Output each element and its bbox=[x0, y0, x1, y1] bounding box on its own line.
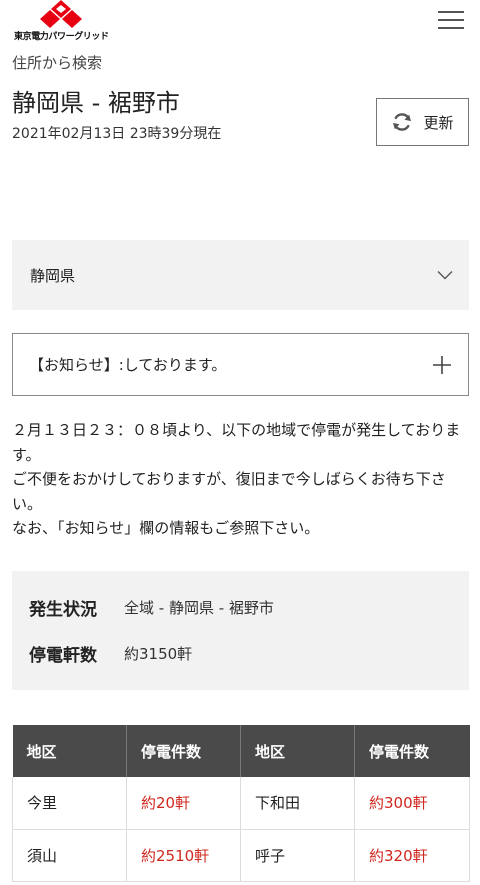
table-row: 須山 約2510軒 呼子 約320軒 bbox=[12, 829, 470, 882]
site-logo[interactable]: 東京電力パワーグリッド bbox=[14, 0, 114, 42]
prefecture-select[interactable]: 静岡県 bbox=[12, 240, 469, 310]
notice-text: 【お知らせ】:しております。 bbox=[29, 356, 227, 374]
outage-table: 地区 停電件数 地区 停電件数 今里 約20軒 下和田 約300軒 須山 約25… bbox=[12, 725, 470, 882]
area-cell: 今里 bbox=[12, 777, 127, 830]
notice-accordion[interactable]: 【お知らせ】:しております。 bbox=[12, 333, 469, 396]
column-header-count: 停電件数 bbox=[354, 725, 470, 777]
prefecture-select-value: 静岡県 bbox=[30, 266, 76, 285]
page-title: 静岡県 - 裾野市 bbox=[12, 89, 180, 117]
count-label: 停電軒数 bbox=[29, 646, 97, 666]
occurrence-label: 発生状況 bbox=[29, 600, 97, 620]
message-line: なお、「お知らせ」欄の情報もご参照下さい。 bbox=[12, 519, 320, 537]
message-line: ご不便をおかけしておりますが、復旧まで今しばらくお待ち下さい。 bbox=[12, 470, 446, 513]
count-cell: 約20軒 bbox=[126, 777, 241, 830]
outage-message: ２月１３日２３：０８頃より、以下の地域で停電が発生しております。 ご不便をおかけ… bbox=[12, 418, 470, 541]
hamburger-menu-icon[interactable] bbox=[438, 11, 464, 29]
plus-icon bbox=[433, 355, 451, 374]
message-line: ２月１３日２３：０８頃より、以下の地域で停電が発生しております。 bbox=[12, 421, 461, 464]
count-cell: 約300軒 bbox=[354, 777, 470, 830]
count-cell: 約2510軒 bbox=[126, 829, 241, 882]
column-header-count: 停電件数 bbox=[126, 725, 241, 777]
area-cell: 呼子 bbox=[240, 829, 355, 882]
count-value: 約3150軒 bbox=[124, 645, 193, 663]
column-header-area: 地区 bbox=[240, 725, 355, 777]
refresh-button[interactable]: 更新 bbox=[376, 98, 469, 146]
table-row: 今里 約20軒 下和田 約300軒 bbox=[12, 777, 470, 830]
occurrence-value: 全域 - 静岡県 - 裾野市 bbox=[124, 599, 274, 617]
area-cell: 須山 bbox=[12, 829, 127, 882]
count-row: 停電軒数 約3150軒 bbox=[29, 641, 192, 666]
site-header: 東京電力パワーグリッド bbox=[0, 0, 480, 44]
chevron-down-icon bbox=[437, 271, 453, 280]
tepco-logo-icon bbox=[40, 0, 82, 28]
breadcrumb[interactable]: 住所から検索 bbox=[12, 52, 102, 73]
logo-text: 東京電力パワーグリッド bbox=[14, 32, 109, 42]
table-header-row: 地区 停電件数 地区 停電件数 bbox=[12, 725, 470, 777]
occurrence-row: 発生状況 全域 - 静岡県 - 裾野市 bbox=[29, 595, 274, 620]
refresh-icon bbox=[393, 113, 412, 131]
area-cell: 下和田 bbox=[240, 777, 355, 830]
status-panel: 発生状況 全域 - 静岡県 - 裾野市 停電軒数 約3150軒 bbox=[12, 571, 469, 690]
timestamp: 2021年02月13日 23時39分現在 bbox=[12, 126, 222, 142]
refresh-button-label: 更新 bbox=[423, 113, 454, 132]
column-header-area: 地区 bbox=[12, 725, 127, 777]
count-cell: 約320軒 bbox=[354, 829, 470, 882]
